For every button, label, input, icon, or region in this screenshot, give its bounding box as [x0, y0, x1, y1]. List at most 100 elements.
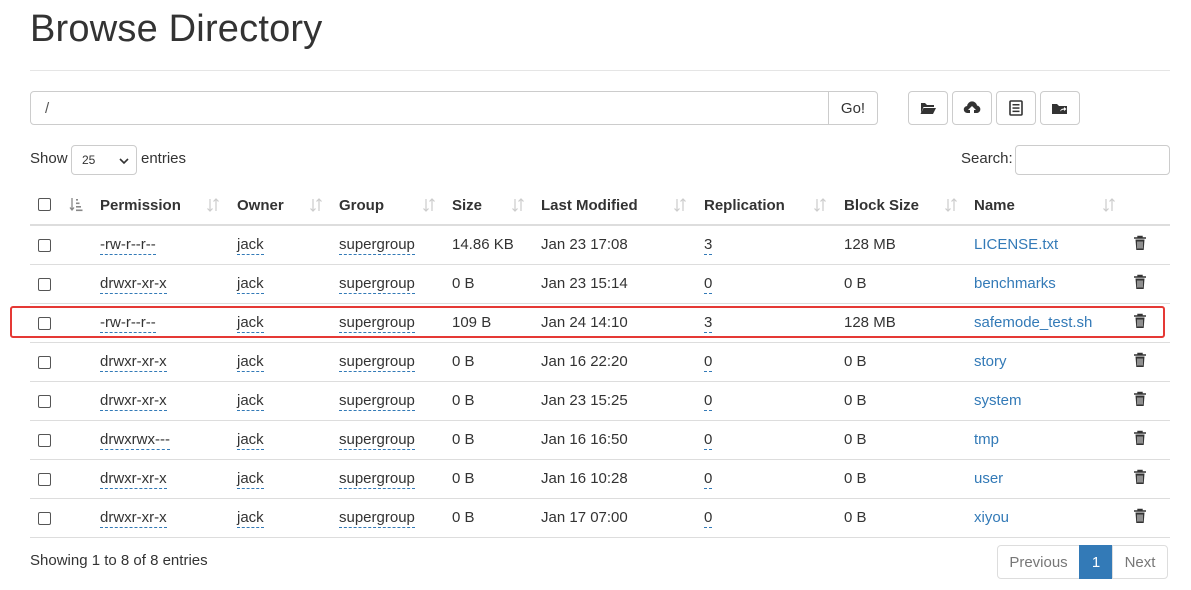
file-name-link[interactable]: LICENSE.txt [974, 236, 1058, 253]
title-divider [30, 70, 1170, 71]
entries-label: entries [141, 150, 187, 167]
group-cell[interactable]: supergroup [339, 353, 415, 372]
select-all-checkbox[interactable] [38, 198, 51, 211]
permission-cell[interactable]: drwxrwx--- [100, 431, 170, 450]
group-cell[interactable]: supergroup [339, 509, 415, 528]
page-1-button[interactable]: 1 [1079, 545, 1113, 579]
file-name-link[interactable]: story [974, 353, 1007, 370]
upload-button[interactable] [952, 91, 992, 125]
owner-cell[interactable]: jack [237, 431, 264, 450]
pagination: Previous 1 Next [997, 545, 1168, 579]
permission-cell[interactable]: drwxr-xr-x [100, 275, 167, 294]
file-name-link[interactable]: system [974, 392, 1022, 409]
sort-icon[interactable] [422, 197, 436, 213]
previous-page-button[interactable]: Previous [997, 545, 1080, 579]
page-title: Browse Directory [30, 8, 323, 50]
permission-cell[interactable]: drwxr-xr-x [100, 470, 167, 489]
sort-icon[interactable] [944, 197, 958, 213]
folder-share-icon [1052, 104, 1067, 114]
search-input[interactable] [1015, 145, 1170, 175]
group-cell[interactable]: supergroup [339, 236, 415, 255]
permission-cell[interactable]: drwxr-xr-x [100, 392, 167, 411]
column-header-owner[interactable]: Owner [237, 197, 284, 214]
delete-trash-icon[interactable] [1133, 469, 1147, 485]
file-table: Permission Owner Group Size Last Modifie… [30, 186, 1170, 538]
delete-trash-icon[interactable] [1133, 274, 1147, 290]
table-row: drwxr-xr-x jack supergroup 0 B Jan 16 10:28 0… [30, 460, 1170, 499]
table-row: drwxr-xr-x jack supergroup 0 B Jan 23 15:25 0… [30, 382, 1170, 421]
owner-cell[interactable]: jack [237, 470, 264, 489]
sort-icon[interactable] [673, 197, 687, 213]
sort-icon[interactable] [511, 197, 525, 213]
size-cell: 0 B [452, 353, 475, 370]
replication-cell[interactable]: 0 [704, 509, 713, 528]
owner-cell[interactable]: jack [237, 353, 264, 372]
owner-cell[interactable]: jack [237, 275, 264, 294]
delete-trash-icon[interactable] [1133, 430, 1147, 446]
column-header-name[interactable]: Name [974, 197, 1015, 214]
sort-icon[interactable] [813, 197, 827, 213]
sort-icon[interactable] [206, 197, 220, 213]
last-modified-cell: Jan 16 22:20 [541, 353, 628, 370]
block-size-cell: 0 B [844, 392, 867, 409]
row-highlight-box [10, 306, 1165, 338]
replication-cell[interactable]: 3 [704, 236, 713, 255]
block-size-cell: 0 B [844, 470, 867, 487]
sort-ascending-icon[interactable] [69, 197, 83, 213]
group-cell[interactable]: supergroup [339, 470, 415, 489]
sort-icon[interactable] [1102, 197, 1116, 213]
table-row: drwxr-xr-x jack supergroup 0 B Jan 23 15:14 0… [30, 265, 1170, 304]
cloud-upload-icon [963, 101, 981, 114]
group-cell[interactable]: supergroup [339, 392, 415, 411]
delete-trash-icon[interactable] [1133, 352, 1147, 368]
delete-trash-icon[interactable] [1133, 391, 1147, 407]
delete-trash-icon[interactable] [1133, 235, 1147, 251]
replication-cell[interactable]: 0 [704, 353, 713, 372]
file-name-link[interactable]: xiyou [974, 509, 1009, 526]
replication-cell[interactable]: 0 [704, 392, 713, 411]
group-cell[interactable]: supergroup [339, 431, 415, 450]
column-header-size[interactable]: Size [452, 197, 482, 214]
folder-open-icon [920, 103, 936, 114]
column-header-replication[interactable]: Replication [704, 197, 785, 214]
row-checkbox[interactable] [38, 473, 51, 486]
group-cell[interactable]: supergroup [339, 275, 415, 294]
permission-cell[interactable]: drwxr-xr-x [100, 353, 167, 372]
permission-cell[interactable]: drwxr-xr-x [100, 509, 167, 528]
row-checkbox[interactable] [38, 239, 51, 252]
owner-cell[interactable]: jack [237, 392, 264, 411]
directory-path-input[interactable] [30, 91, 829, 125]
search-label: Search: [961, 150, 1013, 167]
next-page-button[interactable]: Next [1112, 545, 1168, 579]
file-name-link[interactable]: tmp [974, 431, 999, 448]
column-header-group[interactable]: Group [339, 197, 384, 214]
table-row: drwxr-xr-x jack supergroup 0 B Jan 17 07:00 0… [30, 499, 1170, 538]
row-checkbox[interactable] [38, 434, 51, 447]
row-checkbox[interactable] [38, 395, 51, 408]
permission-cell[interactable]: -rw-r--r-- [100, 236, 156, 255]
size-cell: 14.86 KB [452, 236, 514, 253]
row-checkbox[interactable] [38, 278, 51, 291]
owner-cell[interactable]: jack [237, 236, 264, 255]
size-cell: 0 B [452, 392, 475, 409]
entries-per-page-value: 25 [82, 153, 96, 167]
file-name-link[interactable]: benchmarks [974, 275, 1056, 292]
row-checkbox[interactable] [38, 512, 51, 525]
file-name-link[interactable]: user [974, 470, 1003, 487]
cut-paste-button[interactable] [996, 91, 1036, 125]
replication-cell[interactable]: 0 [704, 431, 713, 450]
column-header-permission[interactable]: Permission [100, 197, 181, 214]
row-checkbox[interactable] [38, 356, 51, 369]
create-directory-button[interactable] [908, 91, 948, 125]
column-header-last-modified[interactable]: Last Modified [541, 197, 638, 214]
delete-trash-icon[interactable] [1133, 508, 1147, 524]
sort-icon[interactable] [309, 197, 323, 213]
owner-cell[interactable]: jack [237, 509, 264, 528]
last-modified-cell: Jan 17 07:00 [541, 509, 628, 526]
column-header-block-size[interactable]: Block Size [844, 197, 919, 214]
entries-per-page-select[interactable]: 25 [71, 145, 137, 175]
paste-button[interactable] [1040, 91, 1080, 125]
go-button[interactable]: Go! [828, 91, 878, 125]
replication-cell[interactable]: 0 [704, 275, 713, 294]
replication-cell[interactable]: 0 [704, 470, 713, 489]
